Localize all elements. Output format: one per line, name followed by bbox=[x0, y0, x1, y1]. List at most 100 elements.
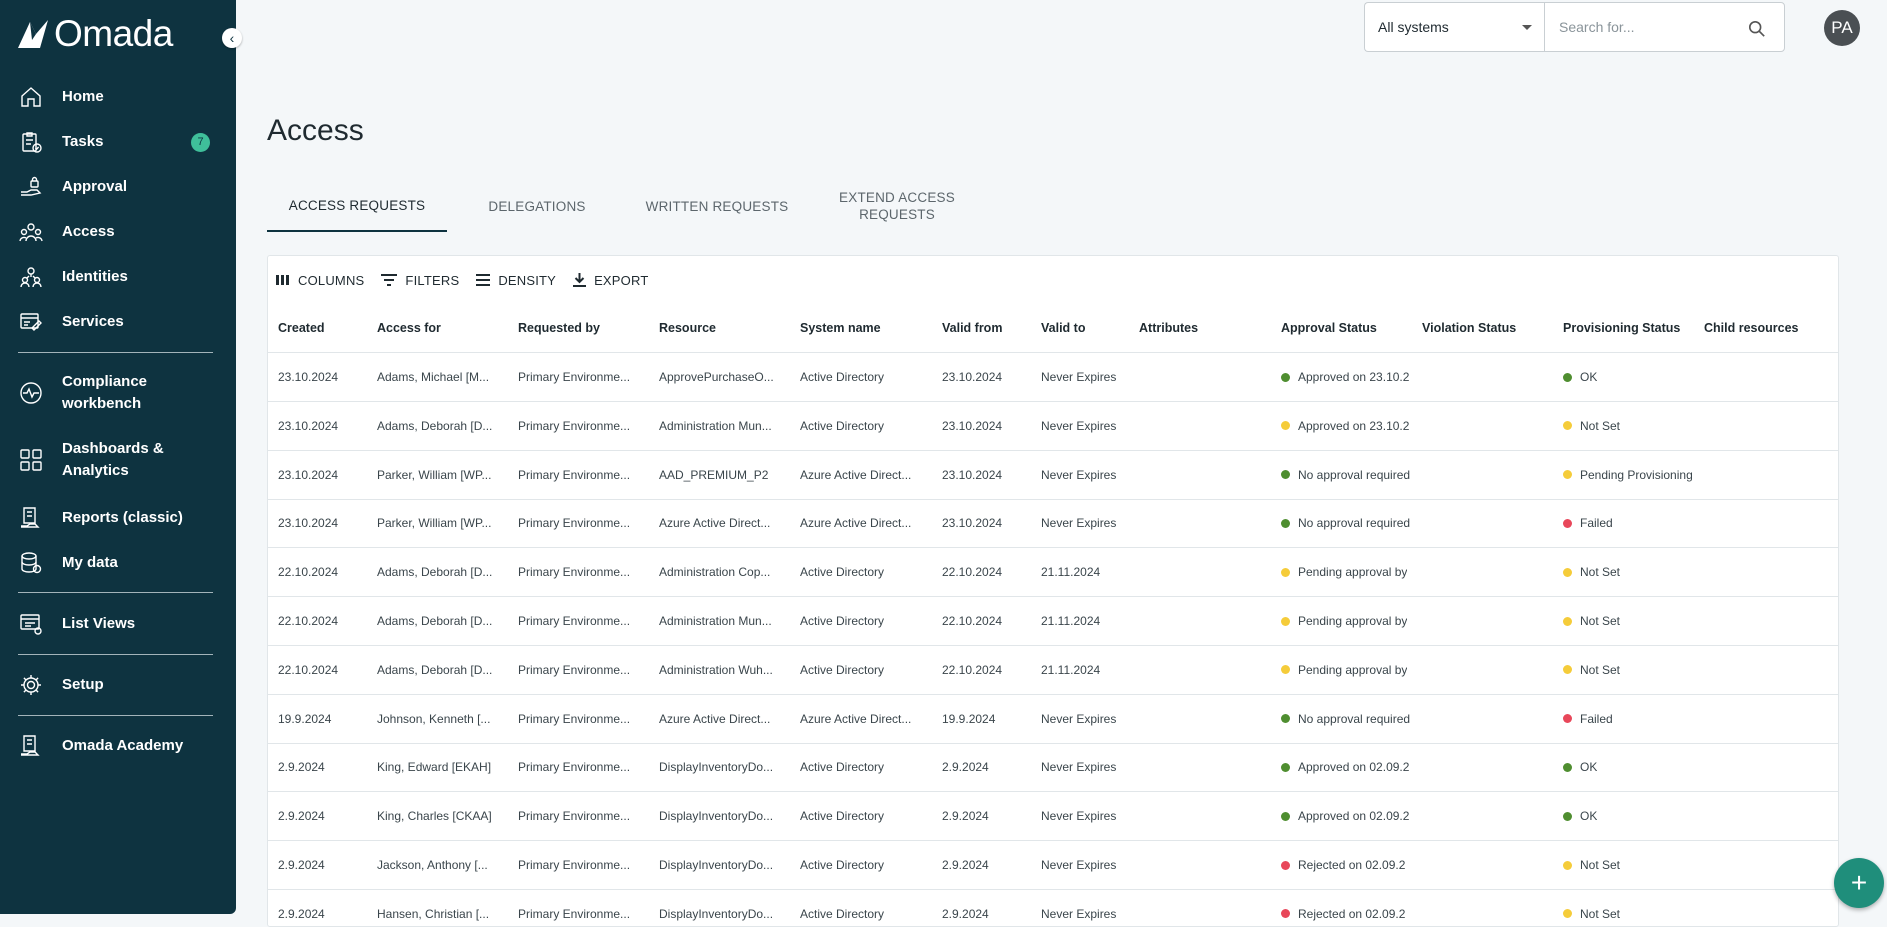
cell-attributes bbox=[1139, 499, 1267, 547]
table-row[interactable]: 22.10.2024 Adams, Deborah [D... Primary En… bbox=[268, 646, 1838, 695]
column-header-provisioning-status[interactable]: Provisioning Status bbox=[1563, 304, 1680, 352]
table-row[interactable]: 23.10.2024 Adams, Michael [M... Primary En… bbox=[268, 353, 1838, 402]
cell-approval: Approved on 02.09.2 bbox=[1281, 743, 1411, 791]
table-row[interactable]: 2.9.2024 King, Edward [EKAH] Primary Envir… bbox=[268, 743, 1838, 793]
cell-violation bbox=[1422, 548, 1550, 596]
column-header-access-for[interactable]: Access for bbox=[377, 304, 441, 352]
omada-logo[interactable]: Omada bbox=[16, 13, 173, 54]
academy-icon bbox=[21, 735, 40, 756]
sidebar-divider bbox=[18, 352, 213, 353]
status-dot-icon bbox=[1281, 909, 1290, 919]
cell-violation bbox=[1422, 695, 1550, 743]
column-header-valid-from[interactable]: Valid from bbox=[942, 304, 1002, 352]
column-header-valid-to[interactable]: Valid to bbox=[1041, 304, 1085, 352]
cell-child bbox=[1704, 792, 1832, 840]
cell-requested-by: Primary Environme... bbox=[518, 467, 631, 482]
cell-resource: AAD_PREMIUM_P2 bbox=[659, 467, 769, 482]
sidebar-item-services[interactable]: Services bbox=[0, 304, 236, 340]
cell-valid-to: Never Expires bbox=[1041, 906, 1117, 921]
status-dot-icon bbox=[1563, 714, 1572, 724]
sidebar-item-reports-classic[interactable]: Reports (classic) bbox=[0, 500, 236, 536]
columns-button[interactable]: COLUMNS bbox=[276, 273, 364, 288]
tab-delegations[interactable]: DELEGATIONS bbox=[447, 180, 627, 232]
status-dot-icon bbox=[1281, 421, 1290, 431]
cell-violation bbox=[1422, 353, 1550, 401]
table-row[interactable]: 22.10.2024 Adams, Deborah [D... Primary En… bbox=[268, 597, 1838, 646]
column-header-violation-status[interactable]: Violation Status bbox=[1422, 304, 1516, 352]
table-row[interactable]: 2.9.2024 Hansen, Christian [... Primary En… bbox=[268, 890, 1838, 926]
column-header-created[interactable]: Created bbox=[278, 304, 325, 352]
sidebar-item-omada-academy[interactable]: Omada Academy bbox=[0, 728, 236, 764]
tab-access-requests[interactable]: ACCESS REQUESTS bbox=[267, 180, 447, 232]
sidebar-item-my-data[interactable]: My data bbox=[0, 545, 236, 581]
table-row[interactable]: 19.9.2024 Johnson, Kenneth [... Primary En… bbox=[268, 695, 1838, 744]
tab-written-requests[interactable]: WRITTEN REQUESTS bbox=[627, 180, 807, 232]
cell-violation bbox=[1422, 646, 1550, 694]
cell-approval: Pending approval by bbox=[1281, 646, 1411, 694]
user-avatar[interactable]: PA bbox=[1824, 10, 1860, 46]
cell-provisioning: Not Set bbox=[1563, 402, 1703, 450]
sidebar-item-access[interactable]: Access bbox=[0, 214, 236, 250]
sidebar-item-tasks[interactable]: Tasks 7 bbox=[0, 124, 236, 160]
cell-resource: DisplayInventoryDo... bbox=[659, 760, 774, 775]
sidebar-item-label: Approval bbox=[62, 178, 128, 195]
column-header-resource[interactable]: Resource bbox=[659, 304, 716, 352]
table-header: Created Access for Requested by Resource… bbox=[268, 304, 1838, 353]
tab-extend-access-requests[interactable]: EXTEND ACCESS REQUESTS bbox=[807, 180, 987, 232]
cell-child bbox=[1704, 646, 1832, 694]
sidebar-item-compliance-workbench[interactable]: Compliance workbench bbox=[0, 369, 236, 417]
status-dot-icon bbox=[1281, 518, 1290, 528]
cell-approval: Pending approval by bbox=[1281, 548, 1411, 596]
cell-violation bbox=[1422, 743, 1550, 791]
sidebar-item-dashboards-analytics[interactable]: Dashboards & Analytics bbox=[0, 436, 236, 484]
cell-violation bbox=[1422, 890, 1550, 926]
sidebar-item-label: Compliance workbench bbox=[62, 373, 148, 412]
filters-button[interactable]: FILTERS bbox=[381, 273, 459, 288]
column-header-child-resources[interactable]: Child resources bbox=[1704, 304, 1798, 352]
cell-provisioning: OK bbox=[1563, 792, 1703, 840]
home-icon bbox=[21, 87, 41, 107]
approval-icon bbox=[21, 176, 42, 196]
cell-provisioning: Not Set bbox=[1563, 841, 1703, 889]
sidebar-item-approval[interactable]: Approval bbox=[0, 169, 236, 205]
database-icon bbox=[21, 552, 42, 574]
sidebar-item-list-views[interactable]: List Views bbox=[0, 606, 236, 642]
sidebar-item-identities[interactable]: Identities bbox=[0, 259, 236, 295]
add-button[interactable]: + bbox=[1834, 858, 1884, 908]
table-row[interactable]: 22.10.2024 Adams, Deborah [D... Primary En… bbox=[268, 548, 1838, 598]
cell-system: Active Directory bbox=[800, 760, 885, 775]
cell-created: 23.10.2024 bbox=[278, 516, 339, 531]
cell-access-for: Adams, Deborah [D... bbox=[377, 614, 493, 628]
status-dot-icon bbox=[1281, 616, 1290, 626]
status-dot-icon bbox=[1563, 762, 1572, 772]
provisioning-status-text: OK bbox=[1580, 370, 1598, 384]
table-row[interactable]: 23.10.2024 Parker, William [WP... Primary … bbox=[268, 451, 1838, 500]
collapse-sidebar-button[interactable]: ‹ bbox=[222, 28, 242, 48]
export-button[interactable]: EXPORT bbox=[573, 273, 648, 288]
table-row[interactable]: 2.9.2024 King, Charles [CKAA] Primary Envi… bbox=[268, 792, 1838, 842]
cell-valid-to: Never Expires bbox=[1041, 760, 1117, 775]
sidebar-item-home[interactable]: Home bbox=[0, 79, 236, 115]
column-header-requested-by[interactable]: Requested by bbox=[518, 304, 600, 352]
cell-provisioning: OK bbox=[1563, 743, 1703, 791]
system-select[interactable]: All systems bbox=[1364, 2, 1544, 52]
column-header-attributes[interactable]: Attributes bbox=[1139, 304, 1198, 352]
column-header-system-name[interactable]: System name bbox=[800, 304, 881, 352]
approval-status-text: Pending approval by bbox=[1298, 565, 1408, 580]
cell-access-for: King, Edward [EKAH] bbox=[377, 760, 492, 775]
cell-provisioning: Pending Provisioning bbox=[1563, 451, 1703, 499]
cell-valid-from: 2.9.2024 bbox=[942, 858, 989, 872]
table-row[interactable]: 23.10.2024 Parker, William [WP... Primary … bbox=[268, 499, 1838, 549]
column-header-approval-status[interactable]: Approval Status bbox=[1281, 304, 1377, 352]
export-label: EXPORT bbox=[594, 272, 649, 288]
cell-provisioning: Not Set bbox=[1563, 646, 1703, 694]
search-input[interactable] bbox=[1557, 18, 1741, 36]
status-dot-icon bbox=[1281, 372, 1290, 382]
search-icon[interactable] bbox=[1748, 20, 1766, 38]
sidebar-item-setup[interactable]: Setup bbox=[0, 667, 236, 703]
table-row[interactable]: 2.9.2024 Jackson, Anthony [... Primary Env… bbox=[268, 841, 1838, 890]
density-button[interactable]: DENSITY bbox=[476, 273, 556, 288]
cell-approval: Rejected on 02.09.2 bbox=[1281, 841, 1411, 889]
sidebar-item-label: Tasks bbox=[62, 133, 104, 150]
table-row[interactable]: 23.10.2024 Adams, Deborah [D... Primary En… bbox=[268, 402, 1838, 451]
